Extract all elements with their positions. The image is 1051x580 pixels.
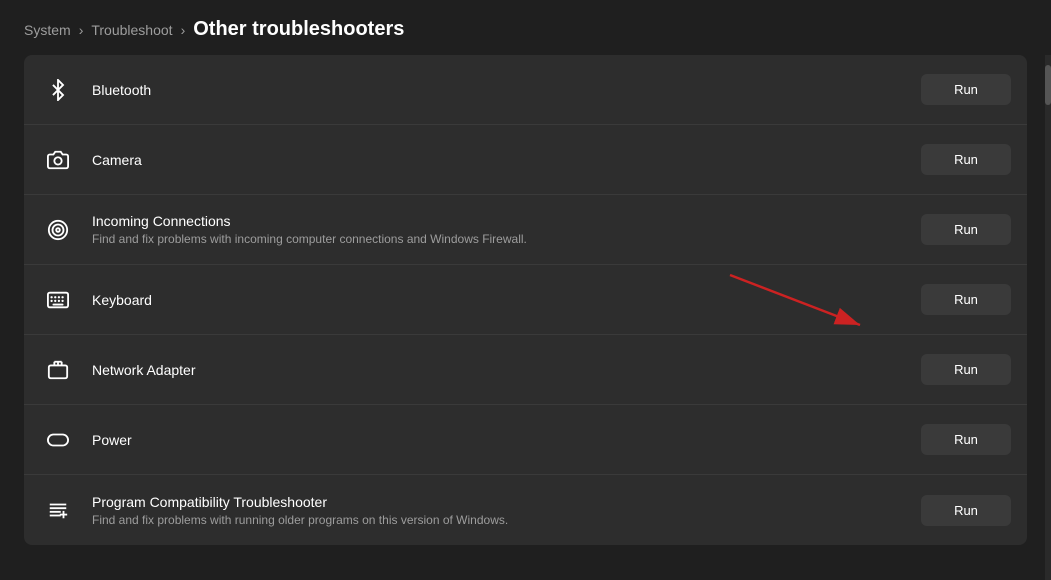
item-left: Network Adapter xyxy=(40,352,196,388)
run-button[interactable]: Run xyxy=(921,74,1011,105)
item-text: Keyboard xyxy=(92,292,152,308)
item-left: Camera xyxy=(40,142,142,178)
item-text: Bluetooth xyxy=(92,82,151,98)
item-text: Power xyxy=(92,432,132,448)
list-item: Network Adapter Run xyxy=(24,335,1027,405)
list-item: Power Run xyxy=(24,405,1027,475)
run-button[interactable]: Run xyxy=(921,144,1011,175)
page-title: Other troubleshooters xyxy=(193,18,404,41)
breadcrumb: System › Troubleshoot › Other troublesho… xyxy=(0,0,1051,55)
breadcrumb-sep-1: › xyxy=(79,22,84,38)
troubleshooter-list: Bluetooth Run xyxy=(24,55,1027,545)
run-button[interactable]: Run xyxy=(921,284,1011,315)
list-item: Program Compatibility Troubleshooter Fin… xyxy=(24,475,1027,545)
list-item: Keyboard Run xyxy=(24,265,1027,335)
item-left: Bluetooth xyxy=(40,72,151,108)
list-item: Bluetooth Run xyxy=(24,55,1027,125)
camera-icon xyxy=(40,142,76,178)
item-text: Network Adapter xyxy=(92,362,196,378)
breadcrumb-troubleshoot[interactable]: Troubleshoot xyxy=(91,22,172,38)
item-title: Keyboard xyxy=(92,292,152,308)
item-title: Incoming Connections xyxy=(92,213,527,229)
item-text: Program Compatibility Troubleshooter Fin… xyxy=(92,494,508,527)
list-item: Incoming Connections Find and fix proble… xyxy=(24,195,1027,265)
run-button[interactable]: Run xyxy=(921,214,1011,245)
breadcrumb-system[interactable]: System xyxy=(24,22,71,38)
item-title: Network Adapter xyxy=(92,362,196,378)
troubleshooter-list-container[interactable]: Bluetooth Run xyxy=(0,55,1051,545)
bluetooth-icon xyxy=(40,72,76,108)
item-title: Bluetooth xyxy=(92,82,151,98)
item-subtitle: Find and fix problems with incoming comp… xyxy=(92,232,527,246)
run-button[interactable]: Run xyxy=(921,495,1011,526)
scrollbar-thumb[interactable] xyxy=(1045,65,1051,105)
item-left: Power xyxy=(40,422,132,458)
item-left: Incoming Connections Find and fix proble… xyxy=(40,212,527,248)
run-button[interactable]: Run xyxy=(921,424,1011,455)
scrollbar-track[interactable] xyxy=(1045,55,1051,580)
run-button[interactable]: Run xyxy=(921,354,1011,385)
item-title: Power xyxy=(92,432,132,448)
network-adapter-icon xyxy=(40,352,76,388)
list-item: Camera Run xyxy=(24,125,1027,195)
keyboard-icon xyxy=(40,282,76,318)
item-subtitle: Find and fix problems with running older… xyxy=(92,513,508,527)
item-left: Program Compatibility Troubleshooter Fin… xyxy=(40,492,508,528)
breadcrumb-sep-2: › xyxy=(181,22,186,38)
item-title: Program Compatibility Troubleshooter xyxy=(92,494,508,510)
incoming-connections-icon xyxy=(40,212,76,248)
program-compatibility-icon xyxy=(40,492,76,528)
power-icon xyxy=(40,422,76,458)
item-left: Keyboard xyxy=(40,282,152,318)
item-text: Incoming Connections Find and fix proble… xyxy=(92,213,527,246)
page: System › Troubleshoot › Other troublesho… xyxy=(0,0,1051,580)
item-title: Camera xyxy=(92,152,142,168)
item-text: Camera xyxy=(92,152,142,168)
